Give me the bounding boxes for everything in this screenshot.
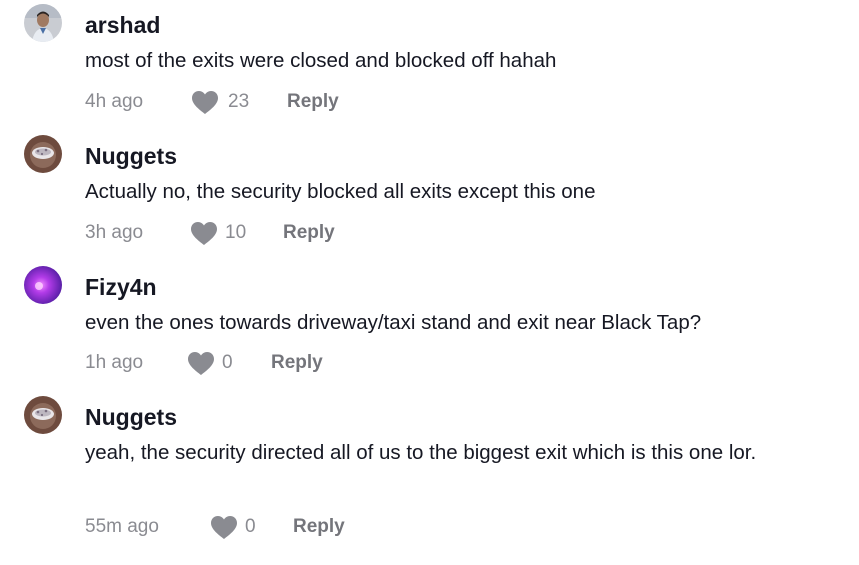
comment-item: Nuggets yeah, the security directed all … <box>0 392 859 565</box>
like-count: 0 <box>245 516 256 537</box>
avatar-arshad-image <box>24 4 62 42</box>
comment-text: even the ones towards driveway/taxi stan… <box>85 311 702 334</box>
avatar[interactable] <box>24 135 62 173</box>
reply-button[interactable]: Reply <box>271 349 323 377</box>
heart-icon[interactable] <box>190 221 218 246</box>
like-count: 23 <box>228 91 250 112</box>
like-count: 0 <box>222 352 233 373</box>
avatar[interactable] <box>24 396 62 434</box>
comment-text: yeah, the security directed all of us to… <box>85 441 757 464</box>
comment-list: arshad most of the exits were closed and… <box>0 0 859 565</box>
comment-timestamp: 4h ago <box>85 91 144 112</box>
comment-text: most of the exits were closed and blocke… <box>85 49 557 72</box>
comment-item: arshad most of the exits were closed and… <box>0 0 859 130</box>
reply-button[interactable]: Reply <box>283 219 335 247</box>
comment-item: Nuggets Actually no, the security blocke… <box>0 131 859 261</box>
comment-username[interactable]: Fizy4n <box>85 273 157 301</box>
comment-timestamp: 55m ago <box>85 516 159 537</box>
avatar[interactable] <box>24 266 62 304</box>
comment-text: Actually no, the security blocked all ex… <box>85 180 596 203</box>
comment-username[interactable]: arshad <box>85 11 160 39</box>
avatar-nuggets-image <box>24 135 62 173</box>
comment-username[interactable]: Nuggets <box>85 403 177 431</box>
heart-icon[interactable] <box>191 90 219 115</box>
reply-button[interactable]: Reply <box>287 88 339 116</box>
comment-username[interactable]: Nuggets <box>85 142 177 170</box>
avatar[interactable] <box>24 4 62 42</box>
avatar-fizy4n-image <box>24 266 62 304</box>
heart-icon[interactable] <box>187 351 215 376</box>
avatar-nuggets-image <box>24 396 62 434</box>
comment-item: Fizy4n even the ones towards driveway/ta… <box>0 262 859 392</box>
reply-button[interactable]: Reply <box>293 513 345 541</box>
comment-timestamp: 1h ago <box>85 352 144 373</box>
comment-timestamp: 3h ago <box>85 222 144 243</box>
heart-icon[interactable] <box>210 515 238 540</box>
like-count: 10 <box>225 222 247 243</box>
